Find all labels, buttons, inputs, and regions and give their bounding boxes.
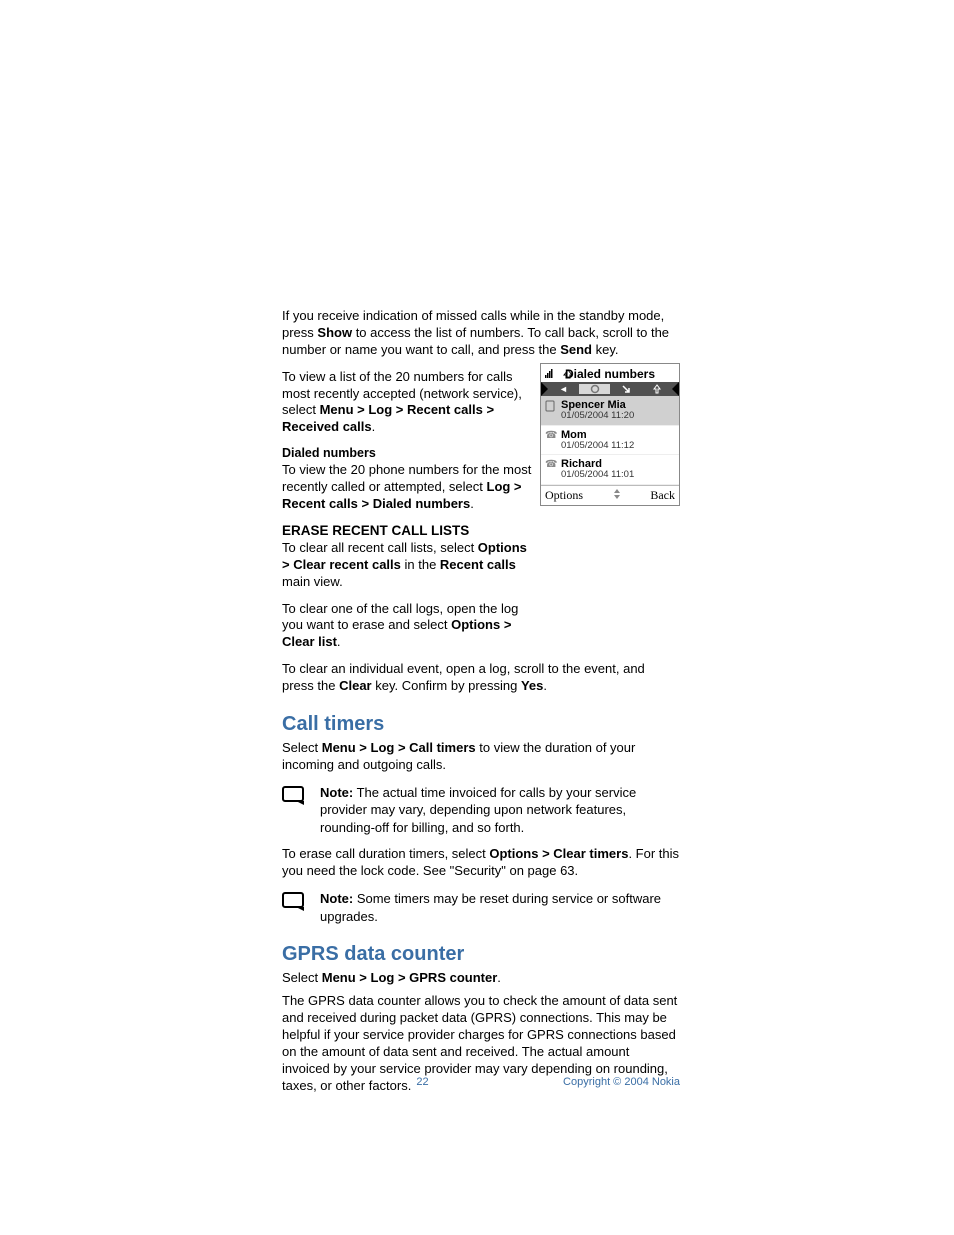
nav-updown-icon[interactable] [612, 488, 622, 503]
softkey-back[interactable]: Back [650, 488, 675, 503]
tab-arrow-right-icon [672, 382, 679, 396]
menu-path: Menu > Log > Call timers [322, 740, 476, 755]
text: . [470, 496, 474, 511]
key-yes: Yes [521, 678, 543, 693]
text: Some timers may be reset during service … [320, 891, 661, 924]
signal-icon [545, 367, 553, 381]
tab-arrow-left-icon [541, 382, 548, 396]
copyright: Copyright © 2004 Nokia [563, 1076, 680, 1088]
text: key. Confirm by pressing [372, 678, 521, 693]
heading-gprs-counter: GPRS data counter [282, 943, 680, 966]
menu-path: Options > Clear timers [489, 846, 628, 861]
heading-erase-lists: ERASE RECENT CALL LISTS [282, 523, 536, 538]
paragraph-clear-event: To clear an individual event, open a log… [282, 661, 680, 695]
paragraph-clear-all: To clear all recent call lists, select O… [282, 540, 536, 591]
text: Select [282, 740, 322, 755]
paragraph-received-calls: To view a list of the 20 numbers for cal… [282, 369, 536, 437]
text: in the [401, 557, 440, 572]
heading-call-timers: Call timers [282, 713, 680, 736]
menu-path: Menu > Log > GPRS counter [322, 970, 498, 985]
phone-titlebar: Dialed numbers [541, 364, 679, 382]
call-item[interactable]: Spencer Mia 01/05/2004 11:20 [541, 396, 679, 426]
text: . [337, 634, 341, 649]
page-footer: 22 Copyright © 2004 Nokia [282, 1076, 680, 1088]
paragraph-erase-timers: To erase call duration timers, select Op… [282, 846, 680, 880]
tab-dialed-icon [579, 384, 610, 394]
note-text: Note: Some timers may be reset during se… [320, 890, 680, 925]
key-show: Show [317, 325, 352, 340]
paragraph-missed-calls: If you receive indication of missed call… [282, 308, 680, 359]
text: main view. [282, 574, 343, 589]
note-label: Note: [320, 891, 353, 906]
call-date: 01/05/2004 11:20 [561, 411, 675, 421]
tab-all-icon [641, 384, 672, 394]
note-timers-reset: Note: Some timers may be reset during se… [282, 890, 680, 925]
text: The actual time invoiced for calls by yo… [320, 785, 636, 835]
view-name: Recent calls [440, 557, 516, 572]
phone-softkeys: Options Back [541, 485, 679, 505]
arrow-up-icon [563, 368, 573, 382]
phone-icon: ☎ [545, 459, 557, 470]
paragraph-dialed-numbers: To view the 20 phone numbers for the mos… [282, 462, 536, 513]
call-date: 01/05/2004 11:01 [561, 470, 675, 480]
text: . [543, 678, 547, 693]
key-clear: Clear [339, 678, 372, 693]
phone-icon: ☎ [545, 430, 557, 441]
text: key. [592, 342, 619, 357]
sim-icon [545, 400, 557, 415]
note-invoice-vary: Note: The actual time invoiced for calls… [282, 784, 680, 837]
tab-missed-icon: ◄ [548, 384, 579, 394]
paragraph-clear-one: To clear one of the call logs, open the … [282, 601, 536, 652]
phone-tabs: ◄ [541, 382, 679, 396]
text: To clear all recent call lists, select [282, 540, 478, 555]
text: Select [282, 970, 322, 985]
subhead-dialed-numbers: Dialed numbers [282, 446, 536, 460]
call-date: 01/05/2004 11:12 [561, 441, 675, 451]
text: . [372, 419, 376, 434]
softkey-options[interactable]: Options [545, 488, 583, 503]
key-send: Send [560, 342, 592, 357]
phone-title-text: Dialed numbers [565, 367, 655, 381]
paragraph-call-timers: Select Menu > Log > Call timers to view … [282, 740, 680, 774]
note-icon [282, 890, 314, 919]
text: To erase call duration timers, select [282, 846, 489, 861]
call-list: Spencer Mia 01/05/2004 11:20 ☎ Mom 01/05… [541, 396, 679, 485]
note-label: Note: [320, 785, 353, 800]
text: . [497, 970, 501, 985]
call-item[interactable]: ☎ Richard 01/05/2004 11:01 [541, 455, 679, 485]
note-text: Note: The actual time invoiced for calls… [320, 784, 680, 837]
phone-screenshot: Dialed numbers ◄ Spencer Mia 01/05/2004 … [540, 363, 680, 506]
page-number: 22 [282, 1076, 563, 1088]
tab-received-icon [610, 384, 641, 394]
paragraph-gprs-select: Select Menu > Log > GPRS counter. [282, 970, 680, 987]
call-name: Mom [561, 429, 675, 441]
note-icon [282, 784, 314, 813]
call-item[interactable]: ☎ Mom 01/05/2004 11:12 [541, 426, 679, 456]
